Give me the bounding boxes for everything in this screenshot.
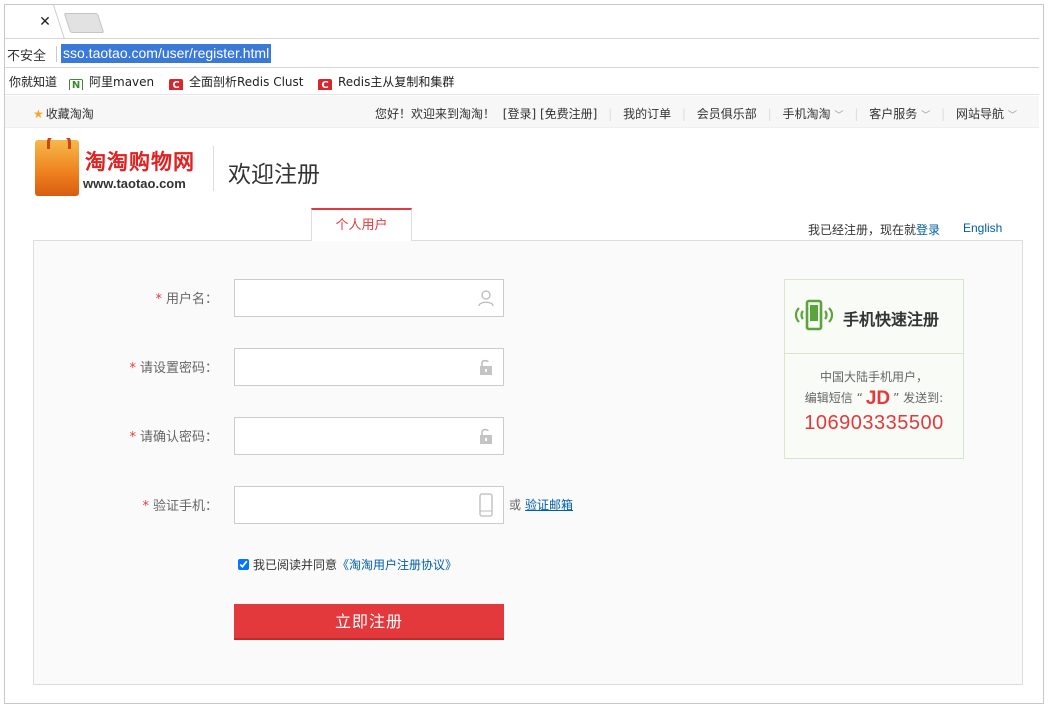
phone-icon xyxy=(479,493,493,517)
login-link[interactable]: [登录] xyxy=(503,105,536,122)
favorite-link[interactable]: ★ 收藏淘淘 xyxy=(33,105,94,122)
agreement-link[interactable]: 《淘淘用户注册协议》 xyxy=(337,558,457,572)
address-divider xyxy=(56,46,57,62)
greeting-text: 您好！欢迎来到淘淘！ xyxy=(374,107,495,121)
n-icon: N xyxy=(69,79,83,90)
site-topbar: ★ 收藏淘淘 您好！欢迎来到淘淘！ [登录] [免费注册] | 我的订单 | 会员… xyxy=(5,96,1039,128)
login-hint-text: 我已经注册，现在就 xyxy=(808,223,917,237)
username-field[interactable] xyxy=(234,279,504,317)
login-hint: 我已经注册，现在就登录 xyxy=(808,221,940,238)
bottom-cutoff xyxy=(5,690,1039,704)
phone-field[interactable] xyxy=(234,486,504,524)
required-mark: * xyxy=(129,361,136,376)
orders-link[interactable]: 我的订单 xyxy=(623,105,671,122)
register-submit-button[interactable]: 立即注册 xyxy=(234,604,504,640)
confirm-label: * 请确认密码： xyxy=(129,426,218,445)
sms-code: JD xyxy=(865,388,891,409)
mobile-register-line1: 中国大陆手机用户， xyxy=(819,370,928,384)
service-menu-label: 客户服务 xyxy=(869,107,918,121)
nav-divider: | xyxy=(767,107,772,121)
nav-divider: | xyxy=(681,107,686,121)
close-tab-icon[interactable]: ✕ xyxy=(37,14,53,30)
mobile-register-line2: 编辑短信 “JD” 发送到: xyxy=(785,388,963,410)
page-title: 欢迎注册 xyxy=(228,162,320,188)
username-input[interactable] xyxy=(235,280,471,316)
nav-divider: | xyxy=(608,107,613,121)
chevron-down-icon: ﹀ xyxy=(834,111,844,121)
header-divider xyxy=(213,146,214,191)
required-mark: * xyxy=(129,430,136,445)
login-hint-link[interactable]: 登录 xyxy=(916,223,940,237)
tab-personal-user[interactable]: 个人用户 xyxy=(311,208,412,241)
sms-suffix: ” 发送到: xyxy=(893,391,944,405)
shopping-bag-icon xyxy=(35,138,79,196)
password-input[interactable] xyxy=(235,349,471,385)
c-icon: C xyxy=(318,79,332,90)
bookmarks-bar: 你就知道 N 阿里maven C 全面剖析Redis Clust C Redis主从复… xyxy=(5,69,1039,95)
username-label: * 用户名： xyxy=(155,288,218,307)
user-icon xyxy=(478,290,494,307)
required-mark: * xyxy=(155,292,162,307)
star-icon: ★ xyxy=(33,107,44,121)
bookmark-label: 你就知道 xyxy=(9,75,58,89)
password-label-text: 请设置密码： xyxy=(139,361,218,376)
sms-number: 106903335500 xyxy=(804,412,944,434)
top-nav: 您好！欢迎来到淘淘！ [登录] [免费注册] | 我的订单 | 会员俱乐部 | … xyxy=(375,105,1017,122)
chevron-down-icon: ﹀ xyxy=(921,111,931,121)
or-text: 或 xyxy=(509,498,522,512)
active-tab[interactable] xyxy=(0,5,66,39)
service-menu[interactable]: 客户服务 ﹀ xyxy=(869,105,930,122)
chevron-down-icon: ﹀ xyxy=(1007,111,1017,121)
lock-icon xyxy=(480,428,492,444)
bookmark-label: Redis主从复制和集群 xyxy=(338,75,455,89)
register-link[interactable]: [免费注册] xyxy=(540,105,597,122)
tab-strip: ✕ xyxy=(0,5,1045,39)
sms-prefix: 编辑短信 “ xyxy=(804,391,863,405)
phone-label-text: 验证手机： xyxy=(152,499,218,514)
bookmark-item[interactable]: N 阿里maven xyxy=(69,74,154,90)
agreement-text: 我已阅读并同意 xyxy=(253,558,338,572)
address-bar[interactable]: 不安全 sso.taotao.com/user/register.html xyxy=(5,38,1039,68)
confirm-password-input[interactable] xyxy=(235,418,471,454)
bookmark-item[interactable]: 你就知道 xyxy=(9,74,57,90)
phone-input[interactable] xyxy=(235,487,471,523)
mobile-menu-label: 手机淘淘 xyxy=(782,107,831,121)
english-link[interactable]: English xyxy=(963,221,1002,235)
bookmark-label: 全面剖析Redis Clust xyxy=(189,75,304,89)
logo-subtitle: www.taotao.com xyxy=(83,176,186,191)
mobile-menu[interactable]: 手机淘淘 ﹀ xyxy=(783,105,844,122)
phone-label: * 验证手机： xyxy=(142,495,218,514)
confirm-label-text: 请确认密码： xyxy=(139,430,218,445)
password-label: * 请设置密码： xyxy=(129,357,218,376)
bookmark-label: 阿里maven xyxy=(89,75,155,89)
agreement-checkbox[interactable] xyxy=(238,559,249,570)
required-mark: * xyxy=(142,499,149,514)
new-tab-button[interactable] xyxy=(63,13,105,33)
browser-window: ✕ 不安全 sso.taotao.com/user/register.html … xyxy=(0,0,1050,712)
confirm-password-field[interactable] xyxy=(234,417,504,455)
site-logo[interactable]: 淘淘购物网 www.taotao.com xyxy=(33,138,203,198)
mobile-register-box: 手机快速注册 中国大陆手机用户， 编辑短信 “JD” 发送到: 10690333… xyxy=(784,279,964,459)
c-icon: C xyxy=(169,79,183,90)
logo-title: 淘淘购物网 xyxy=(85,150,195,174)
lock-icon xyxy=(480,359,492,375)
security-indicator[interactable]: 不安全 xyxy=(7,45,46,64)
sitenav-menu-label: 网站导航 xyxy=(955,107,1004,121)
mobile-signal-icon xyxy=(794,299,834,331)
nav-divider: | xyxy=(941,107,946,121)
club-link[interactable]: 会员俱乐部 xyxy=(697,105,757,122)
url-text[interactable]: sso.taotao.com/user/register.html xyxy=(61,44,272,63)
verify-email-link[interactable]: 验证邮箱 xyxy=(525,496,573,513)
agreement-row: 我已阅读并同意《淘淘用户注册协议》 xyxy=(238,556,457,573)
mobile-register-title: 手机快速注册 xyxy=(785,280,963,354)
bookmark-item[interactable]: C Redis主从复制和集群 xyxy=(318,74,458,90)
username-label-text: 用户名： xyxy=(165,292,218,307)
password-field[interactable] xyxy=(234,348,504,386)
nav-divider: | xyxy=(854,107,859,121)
sitenav-menu[interactable]: 网站导航 ﹀ xyxy=(956,105,1017,122)
bookmark-item[interactable]: C 全面剖析Redis Clust xyxy=(169,74,311,90)
mobile-register-title-text: 手机快速注册 xyxy=(843,310,940,329)
favorite-label: 收藏淘淘 xyxy=(45,107,94,121)
